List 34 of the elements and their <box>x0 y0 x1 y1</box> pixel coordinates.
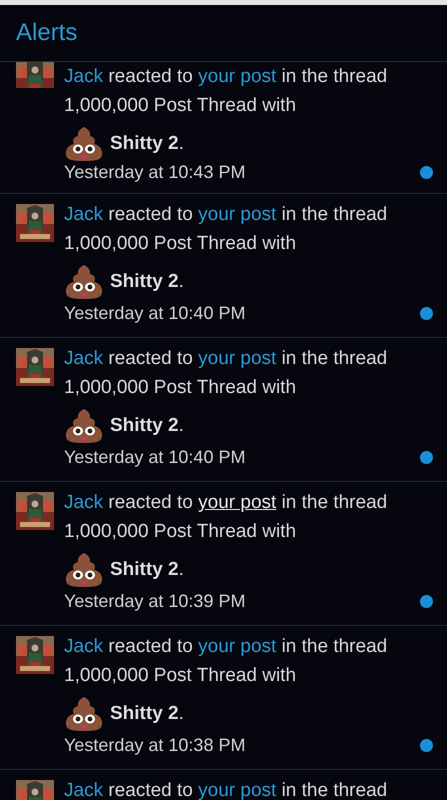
post-link[interactable]: your post <box>198 204 276 225</box>
user-link[interactable]: Jack <box>64 492 104 513</box>
timestamp: Yesterday at 10:40 PM <box>64 303 246 324</box>
reaction-label: Shitty 2. <box>110 703 184 726</box>
user-link[interactable]: Jack <box>64 66 104 87</box>
post-link[interactable]: your post <box>198 780 276 800</box>
alert-text: Jack reacted to your post in the thread 1,000,000 Post Thread with <box>64 65 388 118</box>
alert-text: Jack reacted to your post in the thread 1,000,000 Post Thread with <box>64 347 388 400</box>
reaction-label: Shitty 2. <box>110 133 184 155</box>
alert-text: Jack reacted to your post in the thread <box>64 779 388 800</box>
post-link[interactable]: your post <box>198 66 276 87</box>
poop-icon <box>64 696 104 732</box>
post-link[interactable]: your post <box>198 492 276 513</box>
poop-icon <box>64 552 104 588</box>
user-link[interactable]: Jack <box>64 348 104 369</box>
user-link[interactable]: Jack <box>64 636 104 657</box>
alert-text: Jack reacted to your post in the thread 1,000,000 Post Thread with <box>64 635 388 688</box>
timestamp: Yesterday at 10:40 PM <box>64 447 246 468</box>
alert-text: Jack reacted to your post in the thread 1,000,000 Post Thread with <box>64 491 388 544</box>
timestamp: Yesterday at 10:39 PM <box>64 591 246 612</box>
page-title: Alerts <box>16 19 78 47</box>
poop-icon <box>64 126 104 162</box>
reaction-label: Shitty 2. <box>110 415 184 438</box>
post-link[interactable]: your post <box>198 636 276 657</box>
timestamp: Yesterday at 10:43 PM <box>64 162 246 183</box>
timestamp: Yesterday at 10:38 PM <box>64 735 246 756</box>
user-link[interactable]: Jack <box>64 780 104 800</box>
post-link[interactable]: your post <box>198 348 276 369</box>
reaction-label: Shitty 2. <box>110 271 184 294</box>
reaction-label: Shitty 2. <box>110 559 184 582</box>
poop-icon <box>64 408 104 444</box>
alert-text: Jack reacted to your post in the thread 1,000,000 Post Thread with <box>64 203 388 256</box>
poop-icon <box>64 264 104 300</box>
user-link[interactable]: Jack <box>64 204 104 225</box>
